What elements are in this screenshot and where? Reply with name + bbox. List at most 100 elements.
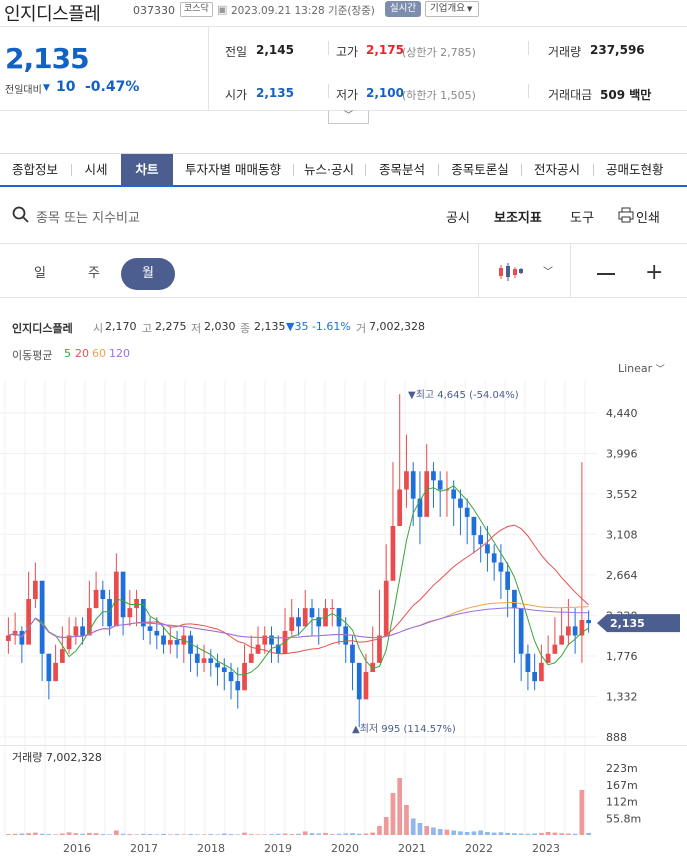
- volume-bar: [201, 834, 207, 835]
- divider: [0, 297, 687, 298]
- candlestick-icon[interactable]: [497, 262, 523, 282]
- candle-body: [343, 626, 349, 645]
- candle-body: [147, 626, 153, 631]
- volume-bar: [397, 778, 403, 835]
- volume-bar: [113, 830, 119, 835]
- zoom-out-icon[interactable]: [597, 273, 615, 275]
- chevron-down-icon: ▼: [466, 5, 473, 13]
- compare-search-input[interactable]: 종목 또는 지수비교: [36, 207, 140, 226]
- volume-bar: [53, 834, 58, 835]
- tab-discussion[interactable]: 종목토론실: [439, 154, 521, 186]
- volume-bar: [181, 834, 187, 835]
- volume-bar: [86, 832, 92, 835]
- volume-bar: [107, 834, 112, 835]
- candle-body: [458, 498, 463, 508]
- volume-bar: [275, 833, 281, 835]
- tab-chart[interactable]: 차트: [121, 154, 173, 186]
- price-chart[interactable]: 4,4403,9963,5523,1082,6642,2201,7761,332…: [0, 380, 687, 863]
- candle-body: [572, 626, 578, 636]
- volume-bar: [19, 833, 25, 835]
- candle-body: [471, 516, 477, 536]
- low-label: 저가: [336, 88, 359, 102]
- tab-short-selling[interactable]: 공매도현황: [594, 154, 687, 186]
- volume-bar: [552, 832, 558, 835]
- y-tick-label: 3,552: [606, 488, 638, 501]
- volume-bar: [370, 832, 376, 835]
- volume-bar: [316, 833, 322, 835]
- ma-label: 이동평균: [12, 349, 53, 362]
- volume-bar: [33, 832, 38, 835]
- company-info-dropdown[interactable]: 기업개요 ▼: [425, 1, 479, 17]
- candle-body: [579, 619, 585, 636]
- search-icon[interactable]: [12, 206, 30, 224]
- print-icon[interactable]: [618, 207, 634, 223]
- open-value: 2,135: [256, 86, 294, 100]
- tab-quote[interactable]: 시세: [72, 154, 120, 186]
- volume-bar: [235, 834, 241, 835]
- indicator-button[interactable]: 보조지표: [494, 207, 542, 226]
- expand-toggle[interactable]: ﹀: [328, 111, 369, 124]
- period-day[interactable]: 일: [13, 258, 67, 290]
- upper-limit: (상한가 2,785): [402, 46, 476, 59]
- volume-bar: [363, 833, 369, 835]
- candle-body: [167, 640, 173, 645]
- candle-body: [424, 471, 430, 517]
- volume-bar: [572, 833, 578, 835]
- candle-body: [451, 489, 457, 499]
- tools-button[interactable]: 도구: [570, 207, 594, 226]
- divider: [0, 26, 687, 27]
- chevron-down-icon[interactable]: ﹀: [543, 263, 553, 278]
- candle-body: [397, 489, 403, 526]
- tab-investor[interactable]: 투자자별 매매동향: [173, 154, 293, 186]
- candle-body: [39, 580, 45, 654]
- candle-body: [302, 608, 308, 627]
- chart-stock-name: 인지디스플레: [12, 322, 73, 335]
- scale-dropdown[interactable]: Linear ﹀: [618, 362, 665, 375]
- volume-bar: [491, 832, 497, 835]
- candle-body: [215, 662, 220, 668]
- volume-title: 거래량 7,002,328: [12, 751, 102, 764]
- volume-tick-label: 167m: [606, 779, 638, 792]
- period-month[interactable]: 월: [121, 258, 175, 290]
- volume-bar: [167, 834, 173, 835]
- candle-body: [269, 635, 274, 645]
- period-week[interactable]: 주: [67, 258, 121, 290]
- tab-analysis[interactable]: 종목분석: [366, 154, 438, 186]
- volume-bar: [73, 833, 79, 835]
- volume-bar: [350, 833, 355, 835]
- disclosure-button[interactable]: 공시: [446, 207, 470, 226]
- volume-bar: [471, 831, 477, 835]
- realtime-button[interactable]: 실시간: [385, 1, 421, 17]
- volume-bar: [559, 833, 564, 835]
- candle-body: [154, 630, 160, 636]
- volume-bar: [566, 833, 571, 835]
- volume-bar: [323, 832, 328, 835]
- candle-body: [309, 608, 315, 618]
- volume-bar: [194, 834, 200, 835]
- x-tick-label: 2021: [398, 842, 426, 855]
- candle-body: [19, 630, 25, 645]
- print-button[interactable]: 인쇄: [636, 207, 660, 226]
- tab-disclosure[interactable]: 전자공시: [522, 154, 592, 186]
- tab-news[interactable]: 뉴스·공시: [294, 154, 364, 186]
- zoom-in-icon[interactable]: +: [645, 262, 663, 284]
- volume-bar: [377, 826, 382, 835]
- candle-body: [107, 599, 112, 627]
- ma120-label: 120: [109, 347, 130, 360]
- divider: [528, 41, 529, 55]
- volume-bar: [46, 834, 52, 835]
- candle-body: [552, 644, 558, 654]
- candle-body: [53, 662, 58, 682]
- volume-bar: [410, 818, 416, 835]
- tab-summary[interactable]: 종합정보: [0, 154, 70, 186]
- volume-tick-label: 55.8m: [606, 812, 641, 825]
- y-tick-label: 888: [606, 731, 627, 744]
- high-label: 고: [142, 322, 153, 335]
- calendar-icon: ▣: [217, 3, 228, 16]
- change-label: 전일대비: [5, 85, 42, 96]
- candle-body: [235, 681, 241, 691]
- volume-bar: [127, 834, 133, 835]
- volume-bar: [579, 790, 585, 835]
- current-price: 2,135: [5, 42, 90, 75]
- candle-body: [545, 653, 551, 663]
